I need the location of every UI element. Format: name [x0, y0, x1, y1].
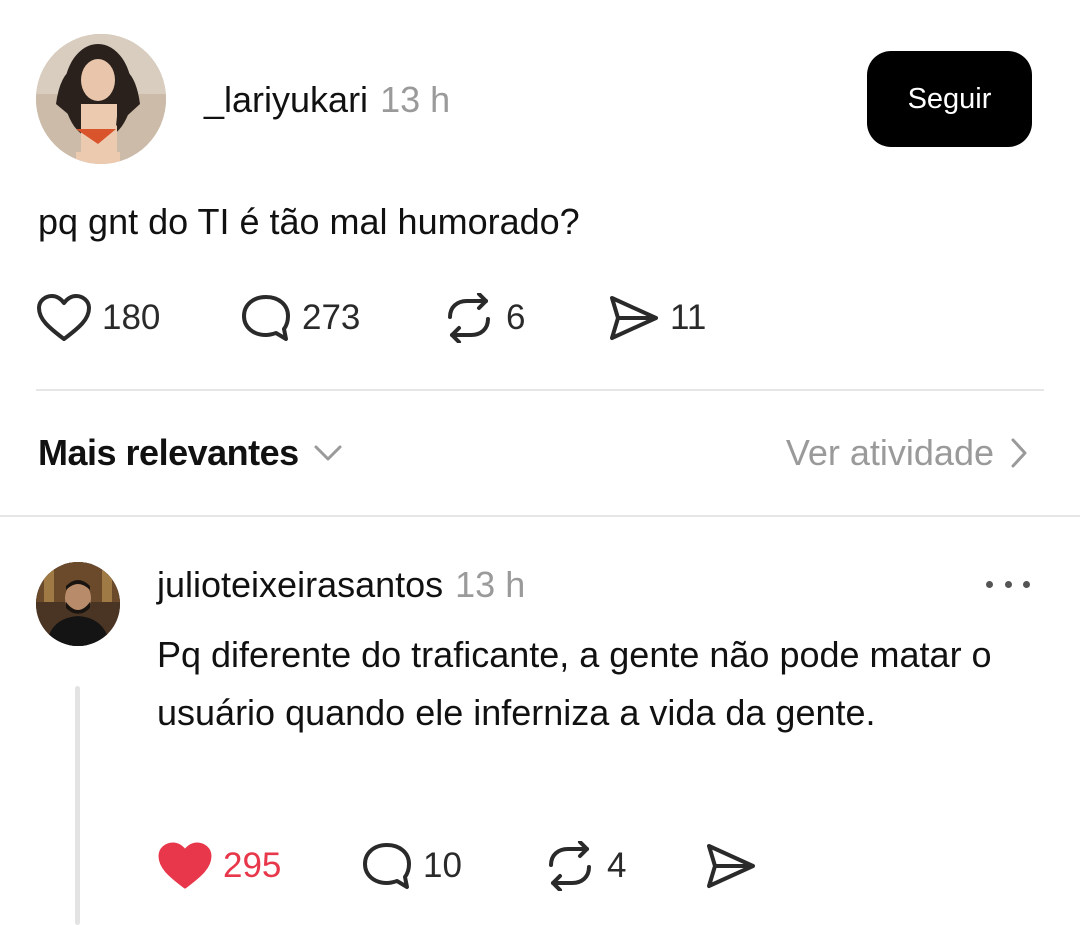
divider — [0, 515, 1080, 517]
repost-arrows-icon — [448, 293, 490, 343]
post-repost-button[interactable]: 6 — [442, 293, 606, 343]
reply-like-button[interactable]: 295 — [157, 841, 361, 891]
reply-comment-count: 10 — [423, 846, 462, 885]
heart-filled-icon — [158, 842, 212, 889]
paper-plane-icon — [610, 296, 658, 340]
paper-plane-icon — [707, 844, 755, 888]
reply-repost-button[interactable]: 4 — [543, 841, 703, 891]
more-options-button[interactable] — [986, 572, 1030, 596]
post-share-button[interactable]: 11 — [606, 293, 706, 343]
reply-author-name[interactable]: julioteixeirasantos — [157, 564, 443, 605]
divider — [36, 389, 1044, 391]
reply-comment-button[interactable]: 10 — [361, 841, 543, 891]
post-header: _lariyukari 13 h Seguir — [36, 34, 1044, 166]
reply-author-avatar[interactable] — [36, 562, 120, 646]
reply-repost-count: 4 — [607, 846, 627, 885]
chevron-down-icon — [314, 445, 342, 461]
avatar-photo — [36, 34, 166, 164]
avatar-photo — [36, 562, 120, 646]
ellipsis-icon — [986, 580, 993, 588]
post-text: pq gnt do TI é tão mal humorado? — [38, 201, 580, 242]
sort-dropdown[interactable]: Mais relevantes — [38, 432, 343, 474]
follow-button[interactable]: Seguir — [867, 51, 1032, 147]
thread-line — [75, 686, 80, 925]
author-avatar[interactable] — [36, 34, 166, 164]
reply-timestamp: 13 h — [455, 564, 526, 605]
post-timestamp: 13 h — [380, 79, 451, 120]
speech-bubble-icon — [363, 843, 411, 889]
reply-text: Pq diferente do traficante, a gente não … — [157, 634, 992, 733]
sort-label: Mais relevantes — [38, 432, 299, 473]
repost-arrows-icon — [549, 841, 591, 891]
reply-author-line: julioteixeirasantos 13 h — [157, 565, 525, 605]
post-like-count: 180 — [102, 298, 161, 337]
post-like-button[interactable]: 180 — [36, 293, 240, 343]
post-author-name[interactable]: _lariyukari — [204, 79, 368, 120]
reply-like-count: 295 — [223, 846, 282, 885]
view-activity-label: Ver atividade — [785, 432, 994, 473]
view-activity-link[interactable]: Ver atividade — [786, 432, 1028, 474]
reply-share-button[interactable] — [703, 841, 757, 891]
post-actions: 180 273 6 11 — [36, 288, 706, 348]
post-author-line: _lariyukari 13 h — [204, 80, 450, 120]
post-comment-count: 273 — [302, 298, 361, 337]
reply-actions: 295 10 4 — [157, 836, 757, 896]
heart-icon — [37, 294, 91, 341]
ellipsis-icon — [1023, 580, 1030, 588]
post-comment-button[interactable]: 273 — [240, 293, 442, 343]
ellipsis-icon — [1004, 580, 1012, 588]
chevron-right-icon — [1011, 438, 1027, 468]
post-repost-count: 6 — [506, 298, 526, 337]
post-share-count: 11 — [670, 298, 707, 337]
speech-bubble-icon — [242, 295, 290, 341]
